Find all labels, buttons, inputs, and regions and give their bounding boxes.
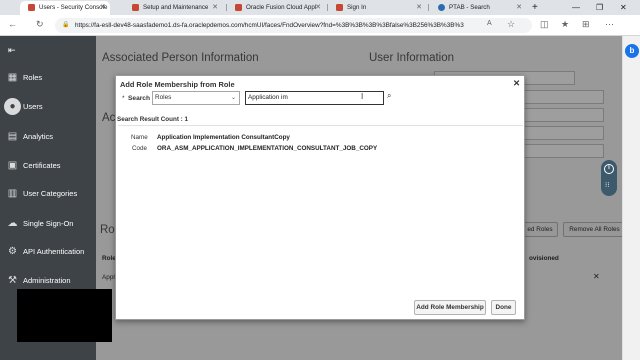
done-button[interactable]: Done (491, 300, 516, 315)
sidebar-item-api-authentication[interactable]: ⚙ API Authentication (0, 239, 96, 265)
sidebar-item-roles[interactable]: ▦ Roles (0, 65, 96, 91)
sidebar-item-analytics[interactable]: ▤ Analytics (0, 124, 96, 150)
sidebar-item-label: API Authentication (23, 247, 85, 256)
result-name-value[interactable]: Application Implementation ConsultantCop… (157, 134, 290, 141)
search-type-select[interactable]: Roles ⌄ (152, 91, 240, 105)
sidebar-item-label: Single Sign-On (23, 219, 74, 228)
roles-icon: ▦ (7, 72, 18, 83)
oracle-favicon-icon (132, 4, 139, 11)
sidebar-item-users[interactable]: ● Users (0, 94, 96, 120)
browser-tab-strip: Users - Security Console ✕ Setup and Mai… (0, 0, 640, 15)
search-icon[interactable]: ⌕ (387, 91, 391, 101)
add-role-membership-button[interactable]: Add Role Membership (414, 300, 486, 315)
new-tab-button[interactable]: + (532, 0, 538, 15)
result-code-value: ORA_ASM_APPLICATION_IMPLEMENTATION_CONSU… (157, 145, 378, 152)
tab-close-icon[interactable]: ✕ (315, 1, 321, 15)
certificates-icon: ▣ (7, 160, 18, 171)
restore-icon[interactable]: ❐ (596, 0, 603, 15)
analytics-icon: ▤ (7, 131, 18, 142)
search-input-value: Application im (248, 94, 288, 101)
favorites-icon[interactable]: ★ (561, 19, 569, 30)
collections-icon[interactable]: ⊞ (582, 19, 590, 30)
split-screen-icon[interactable]: ◫ (540, 19, 549, 30)
scrollbar[interactable] (622, 36, 640, 360)
search-label: Search (128, 95, 150, 102)
user-categories-icon: ▥ (7, 188, 18, 199)
sidebar-item-label: Users (23, 102, 43, 111)
close-window-icon[interactable]: ✕ (620, 0, 627, 15)
browser-tab-ptab-search[interactable]: PTAB - Search ✕ (430, 1, 526, 15)
more-options-icon[interactable]: ⋯ (605, 19, 614, 30)
close-icon[interactable]: ✕ (513, 78, 520, 89)
profile-avatar[interactable]: b (625, 44, 639, 58)
url-field[interactable]: 🔒 https://fa-esll-dev48-saasfademo1.ds-f… (55, 18, 532, 33)
lock-icon: 🔒 (62, 22, 70, 28)
chevron-down-icon: ⌄ (230, 95, 236, 101)
tab-close-icon[interactable]: ✕ (416, 1, 422, 15)
required-indicator: * (122, 95, 125, 102)
sidebar-item-label: Roles (23, 73, 43, 82)
oracle-favicon-icon (336, 4, 343, 11)
tab-label: Setup and Maintenance (143, 4, 209, 11)
browser-tab-setup-and-maintenance[interactable]: Setup and Maintenance ✕ (124, 1, 222, 15)
sidebar-item-single-sign-on[interactable]: ☁ Single Sign-On (0, 211, 96, 237)
reload-icon[interactable]: ↻ (36, 19, 44, 30)
tab-label: Oracle Fusion Cloud Appl (246, 4, 317, 11)
oracle-favicon-icon (235, 4, 242, 11)
browser-tab-oracle-fusion-cloud[interactable]: Oracle Fusion Cloud Appl ✕ (227, 1, 325, 15)
help-widget[interactable]: i ⁝⁝ (601, 160, 617, 196)
info-icon: i (604, 164, 614, 174)
tab-label: PTAB - Search (449, 4, 490, 11)
search-type-value: Roles (155, 94, 172, 101)
search-result-count: Search Result Count : 1 (117, 116, 189, 123)
result-name-label: Name (131, 134, 148, 141)
tab-close-icon[interactable]: ✕ (100, 1, 106, 15)
collapse-nav-icon[interactable]: ⇤ (8, 45, 16, 56)
read-aloud-icon[interactable]: A (487, 20, 492, 27)
browser-tab-users-security-console[interactable]: Users - Security Console ✕ (20, 1, 110, 15)
oracle-favicon-icon (28, 4, 35, 11)
divider (118, 125, 523, 126)
browser-tab-sign-in[interactable]: Sign In ✕ (328, 1, 426, 15)
address-bar: ← ↻ 🔒 https://fa-esll-dev48-saasfademo1.… (0, 15, 640, 36)
users-icon: ● (4, 98, 21, 115)
back-icon[interactable]: ← (8, 19, 17, 29)
grid-icon: ⁝⁝ (605, 182, 610, 189)
redaction-box (17, 289, 112, 342)
text-cursor-icon: I (361, 92, 364, 101)
sidebar-item-label: Administration (23, 276, 71, 285)
sidebar-item-user-categories[interactable]: ▥ User Categories (0, 181, 96, 207)
sidebar-item-certificates[interactable]: ▣ Certificates (0, 153, 96, 179)
sidebar-item-label: Certificates (23, 161, 61, 170)
add-role-membership-dialog: Add Role Membership from Role ✕ * Search… (115, 75, 525, 320)
tab-close-icon[interactable]: ✕ (516, 1, 522, 15)
tab-separator (428, 4, 429, 11)
sidebar-item-label: User Categories (23, 189, 78, 198)
favorite-star-icon[interactable]: ☆ (507, 19, 515, 30)
cloud-icon: ☁ (7, 218, 18, 229)
api-icon: ⚙ (8, 246, 17, 257)
administration-icon: ⚒ (8, 275, 17, 286)
minimize-icon[interactable]: — (572, 0, 580, 15)
search-favicon-icon (438, 4, 445, 11)
result-code-label: Code (132, 145, 148, 152)
tab-close-icon[interactable]: ✕ (212, 1, 218, 15)
dialog-title: Add Role Membership from Role (120, 80, 235, 89)
url-text: https://fa-esll-dev48-saasfademo1.ds-fa.… (75, 22, 464, 29)
tab-label: Sign In (347, 4, 367, 11)
tab-label: Users - Security Console (39, 4, 108, 11)
sidebar-item-label: Analytics (23, 132, 54, 141)
